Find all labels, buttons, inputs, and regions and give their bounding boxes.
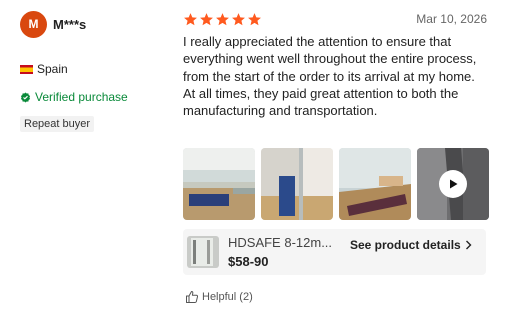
product-price: $58-90 <box>228 254 269 269</box>
star-icon <box>248 12 261 25</box>
avatar: M <box>20 10 47 38</box>
play-button[interactable] <box>439 170 467 198</box>
spain-flag-icon <box>20 64 33 74</box>
review-photo-1[interactable] <box>183 148 255 220</box>
reviewer-name: M***s <box>53 16 87 32</box>
review-content: Mar 10, 2026 I really appreciated the at… <box>183 10 487 119</box>
review-text: I really appreciated the attention to en… <box>183 34 477 119</box>
helpful-button[interactable]: Helpful (2) <box>185 290 253 304</box>
star-icon <box>216 12 229 25</box>
review-photo-2[interactable] <box>261 148 333 220</box>
review-video[interactable] <box>417 148 489 220</box>
thumbs-up-icon <box>186 291 199 303</box>
photo-glass-corner <box>261 148 333 220</box>
details-label: See product details <box>350 238 461 252</box>
photo-wrapped-panel <box>339 148 411 220</box>
reviewer-country: Spain <box>20 62 170 76</box>
photo-glass-floor <box>183 148 255 220</box>
repeat-buyer-badge: Repeat buyer <box>20 116 95 132</box>
verified-label: Verified purchase <box>35 90 128 104</box>
review-photos <box>183 148 495 220</box>
review-date: Mar 10, 2026 <box>416 12 487 26</box>
chevron-right-icon <box>465 240 472 250</box>
review-header: Mar 10, 2026 <box>183 10 487 28</box>
star-rating <box>183 12 263 27</box>
see-product-details-link[interactable]: See product details <box>350 238 472 252</box>
reviewer-panel: M M***s Spain Verified purchase Repeat b… <box>20 10 170 132</box>
product-card[interactable]: HDSAFE 8-12m... $58-90 See product detai… <box>183 229 486 275</box>
star-icon <box>184 12 197 25</box>
product-info: HDSAFE 8-12m... $58-90 <box>228 235 340 269</box>
reviewer-header: M M***s <box>20 10 170 38</box>
review-photo-3[interactable] <box>339 148 411 220</box>
play-icon <box>450 179 458 189</box>
product-thumbnail <box>187 236 219 268</box>
product-image <box>187 236 219 268</box>
star-icon <box>200 12 213 25</box>
country-label: Spain <box>37 62 68 76</box>
star-icon <box>232 12 245 25</box>
helpful-label: Helpful (2) <box>202 291 253 303</box>
verified-check-icon <box>20 91 31 103</box>
verified-purchase: Verified purchase <box>20 90 170 104</box>
product-title: HDSAFE 8-12m... <box>228 235 333 250</box>
